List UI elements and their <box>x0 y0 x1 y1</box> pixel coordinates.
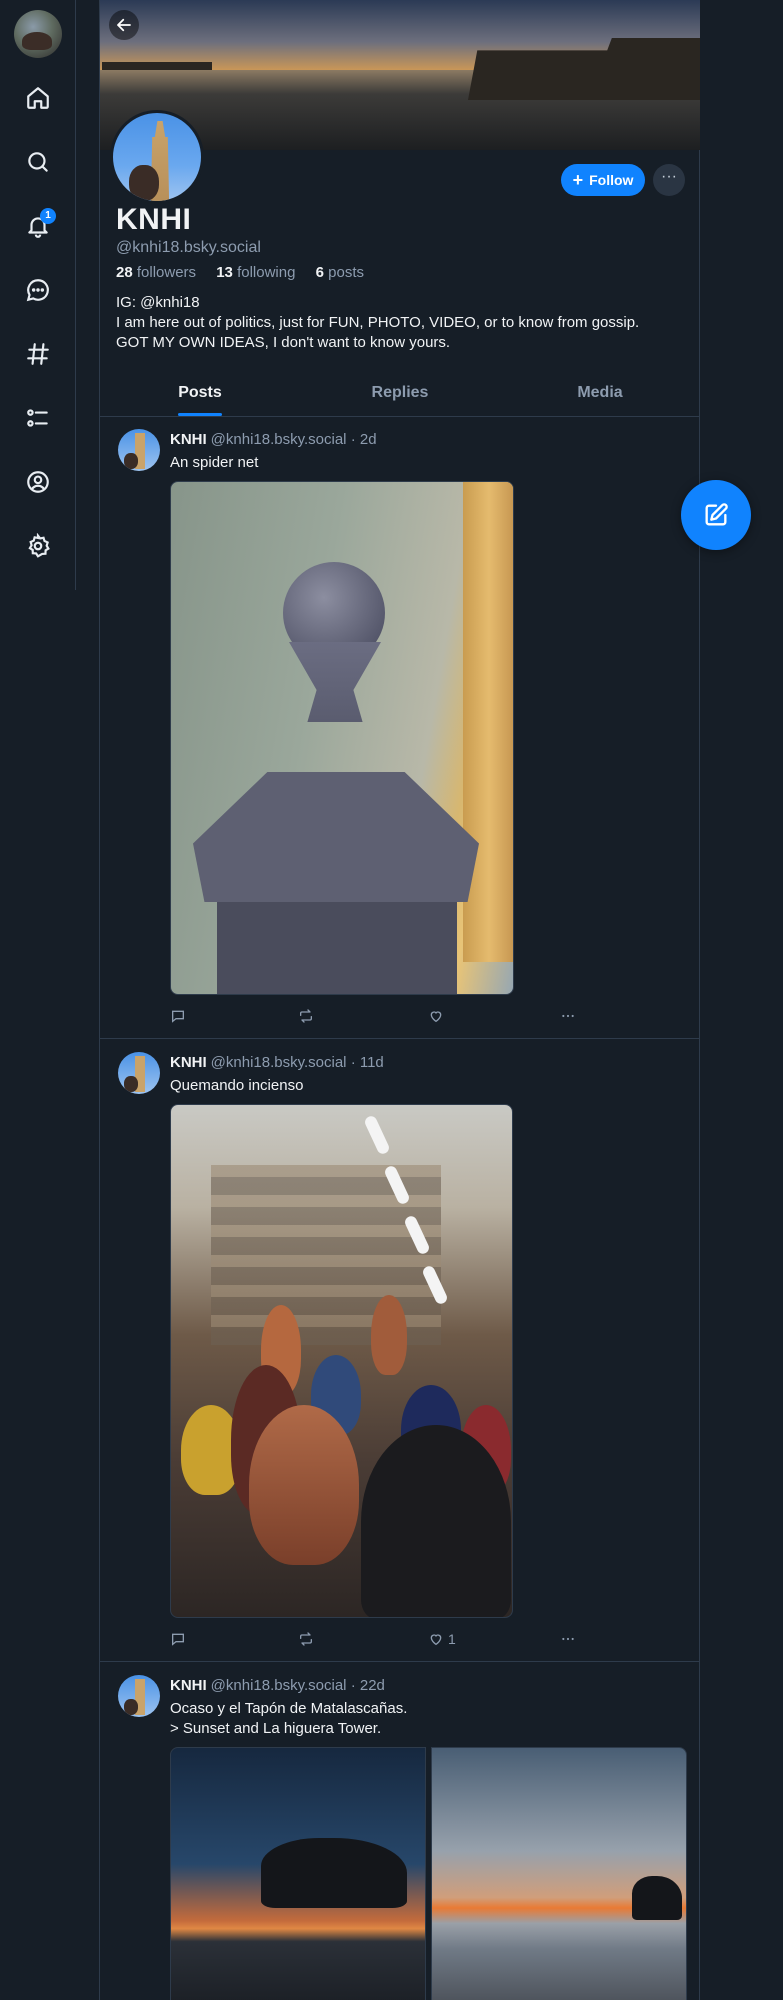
post-meta: KNHI @knhi18.bsky.social · 22d <box>170 1677 385 1694</box>
follow-button[interactable]: + Follow <box>561 164 645 196</box>
followers-count: 28 <box>116 264 133 281</box>
post-text: Ocaso y el Tapón de Matalascañas. > Suns… <box>170 1699 407 1739</box>
post-item[interactable]: KNHI @knhi18.bsky.social · 22d Ocaso y el… <box>100 1663 700 2000</box>
post-author-handle[interactable]: @knhi18.bsky.social <box>211 1054 347 1071</box>
like-button[interactable]: 1 <box>428 1628 456 1650</box>
nav-feeds[interactable] <box>18 334 58 374</box>
post-text: Quemando incienso <box>170 1077 304 1094</box>
post-image[interactable] <box>170 481 514 995</box>
left-nav-rail: 1 <box>0 0 76 590</box>
post-text: An spider net <box>170 454 259 471</box>
profile-bio: IG: @knhi18 I am here out of politics, j… <box>116 293 639 353</box>
post-meta: KNHI @knhi18.bsky.social · 2d <box>170 431 377 448</box>
profile-stats: 28 followers 13 following 6 posts <box>116 264 380 281</box>
nav-settings[interactable] <box>18 526 58 566</box>
post-more-button[interactable] <box>560 1005 576 1027</box>
post-image[interactable] <box>170 1747 426 2000</box>
display-name: KNHI <box>116 203 192 236</box>
current-user-avatar[interactable] <box>14 10 62 58</box>
post-author-avatar[interactable] <box>118 429 160 471</box>
post-item[interactable]: KNHI @knhi18.bsky.social · 11d Quemando i… <box>100 1040 700 1662</box>
back-button[interactable] <box>109 10 139 40</box>
gear-icon <box>28 533 50 558</box>
tab-replies[interactable]: Replies <box>300 370 500 416</box>
post-author-avatar[interactable] <box>118 1675 160 1717</box>
posts-label: posts <box>328 264 364 281</box>
comment-icon <box>172 1633 184 1646</box>
post-author-handle[interactable]: @knhi18.bsky.social <box>211 431 347 448</box>
like-count: 1 <box>448 1631 456 1647</box>
heart-icon <box>430 1634 442 1646</box>
ellipsis-icon <box>562 1637 574 1641</box>
search-icon <box>28 152 48 172</box>
repost-icon <box>300 1009 312 1023</box>
nav-notifications[interactable]: 1 <box>18 206 58 246</box>
tab-media[interactable]: Media <box>500 370 700 416</box>
ellipsis-icon: ··· <box>661 168 677 185</box>
post-author-name[interactable]: KNHI <box>170 1677 207 1694</box>
post-text-line: > Sunset and La higuera Tower. <box>170 1720 382 1737</box>
post-image[interactable] <box>170 1104 513 1618</box>
arrow-left-icon <box>117 18 131 32</box>
reply-button[interactable] <box>170 1628 186 1650</box>
compose-button[interactable] <box>681 480 751 550</box>
comment-icon <box>172 1010 184 1023</box>
nav-chat[interactable] <box>18 270 58 310</box>
nav-search[interactable] <box>18 142 58 182</box>
post-item[interactable]: KNHI @knhi18.bsky.social · 2d An spider n… <box>100 417 700 1039</box>
posts-stat: 6 posts <box>316 264 372 281</box>
profile-more-button[interactable]: ··· <box>653 164 685 196</box>
post-author-name[interactable]: KNHI <box>170 1054 207 1071</box>
post-text-line: Ocaso y el Tapón de Matalascañas. <box>170 1700 408 1717</box>
ellipsis-icon <box>562 1014 574 1018</box>
nav-profile[interactable] <box>18 462 58 502</box>
bio-line: GOT MY OWN IDEAS, I don't want to know y… <box>116 334 451 351</box>
post-age: · 22d <box>350 1677 385 1694</box>
posts-count: 6 <box>315 264 324 281</box>
repost-button[interactable] <box>298 1005 314 1027</box>
profile-tabs: Posts Replies Media <box>100 370 700 417</box>
nav-home[interactable] <box>18 78 58 118</box>
following-label: following <box>237 264 296 281</box>
post-meta: KNHI @knhi18.bsky.social · 11d <box>170 1054 384 1071</box>
plus-icon: + <box>572 170 584 190</box>
post-author-handle[interactable]: @knhi18.bsky.social <box>211 1677 347 1694</box>
profile-handle: @knhi18.bsky.social <box>116 239 261 256</box>
follow-label: Follow <box>589 172 634 188</box>
following-link[interactable]: 13 following <box>216 264 303 281</box>
post-image[interactable] <box>431 1747 687 2000</box>
repost-icon <box>300 1632 312 1646</box>
post-actions <box>170 1005 590 1027</box>
home-icon <box>27 87 49 109</box>
reply-button[interactable] <box>170 1005 186 1027</box>
post-author-name[interactable]: KNHI <box>170 431 207 448</box>
chat-icon <box>26 279 49 302</box>
followers-label: followers <box>136 264 197 281</box>
bio-line[interactable]: IG: @knhi18 <box>116 293 639 313</box>
post-author-avatar[interactable] <box>118 1052 160 1094</box>
followers-link[interactable]: 28 followers <box>116 264 204 281</box>
post-more-button[interactable] <box>560 1628 576 1650</box>
following-count: 13 <box>216 264 233 281</box>
tab-posts[interactable]: Posts <box>100 370 300 416</box>
profile-icon <box>27 471 49 493</box>
heart-icon <box>430 1011 442 1023</box>
compose-icon <box>705 503 728 526</box>
post-age: · 2d <box>350 431 377 448</box>
post-actions: 1 <box>170 1628 590 1650</box>
bio-line: I am here out of politics, just for FUN,… <box>116 314 640 331</box>
nav-lists[interactable] <box>18 398 58 438</box>
repost-button[interactable] <box>298 1628 314 1650</box>
profile-column: + Follow ··· KNHI @knhi18.bsky.social 28… <box>99 0 700 2000</box>
profile-avatar[interactable] <box>110 110 204 204</box>
like-button[interactable] <box>428 1005 448 1027</box>
post-age: · 11d <box>350 1054 384 1071</box>
notifications-badge: 1 <box>40 208 56 224</box>
hashtag-icon <box>27 343 49 365</box>
list-icon <box>27 409 48 427</box>
